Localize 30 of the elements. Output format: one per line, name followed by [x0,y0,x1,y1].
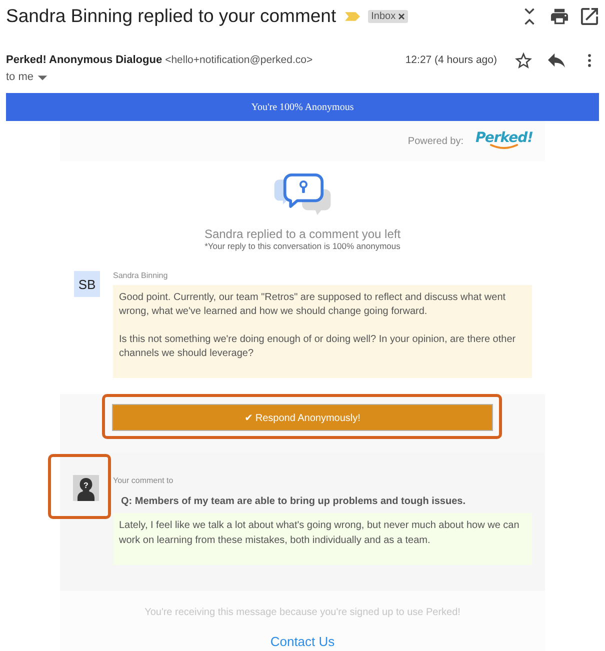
comment-text: Lately, I feel like we talk a lot about what's going wrong, but never much about how we can work on learning from these mistakes, both individually and as a team. [113,513,532,565]
email-subject: Sandra Binning replied to your comment [6,5,336,27]
print-icon[interactable] [551,8,568,24]
footer-notice: You're receiving this message because you're signed up to use Perked! [144,607,460,619]
anonymity-note: *Your reply to this conversation is 100% anonymous [204,241,400,251]
timestamp: 12:27 (4 hours ago) [405,54,497,66]
remove-label-icon[interactable] [398,12,405,20]
recipient-label: to me [6,71,34,83]
reply-icon[interactable] [548,52,565,68]
initials-avatar: SB [74,271,100,297]
contact-us-link[interactable]: Contact Us [270,634,335,650]
star-icon[interactable] [515,52,532,68]
question-text: Q: Members of my team are able to bring up problems and tough issues. [121,496,467,508]
message-paragraph: Good point. Currently, our team "Retros" are supposed to reflect and discuss what went wrong, what we've learned and how we should change going forward. [119,291,507,319]
powered-by-label: Powered by: [408,136,464,146]
author-name: Sandra Binning [113,271,169,281]
speech-bubble-keyhole-icon [272,173,334,215]
sender-email: <hello+notification@perked.co> [165,54,313,66]
intro-title: Sandra replied to a comment you left [204,227,401,241]
comment-caption: Your comment to [113,476,174,486]
respond-anonymously-button[interactable]: ✔ Respond Anonymously! [112,404,493,431]
message-paragraph: Is this not something we're doing enough of or doing well? In your opinion, are there other channels we should leverage? [119,333,517,361]
open-new-window-icon[interactable] [581,8,598,24]
silhouette-avatar-icon [73,475,99,501]
sender-name: Perked! Anonymous Dialogue [6,54,162,66]
anonymous-banner: You're 100% Anonymous [6,93,599,121]
avatar-symbol: ? [83,481,89,490]
brand-logo: Perked! [476,130,533,146]
smile-icon [489,144,520,148]
label-chip[interactable]: Inbox [368,10,408,22]
